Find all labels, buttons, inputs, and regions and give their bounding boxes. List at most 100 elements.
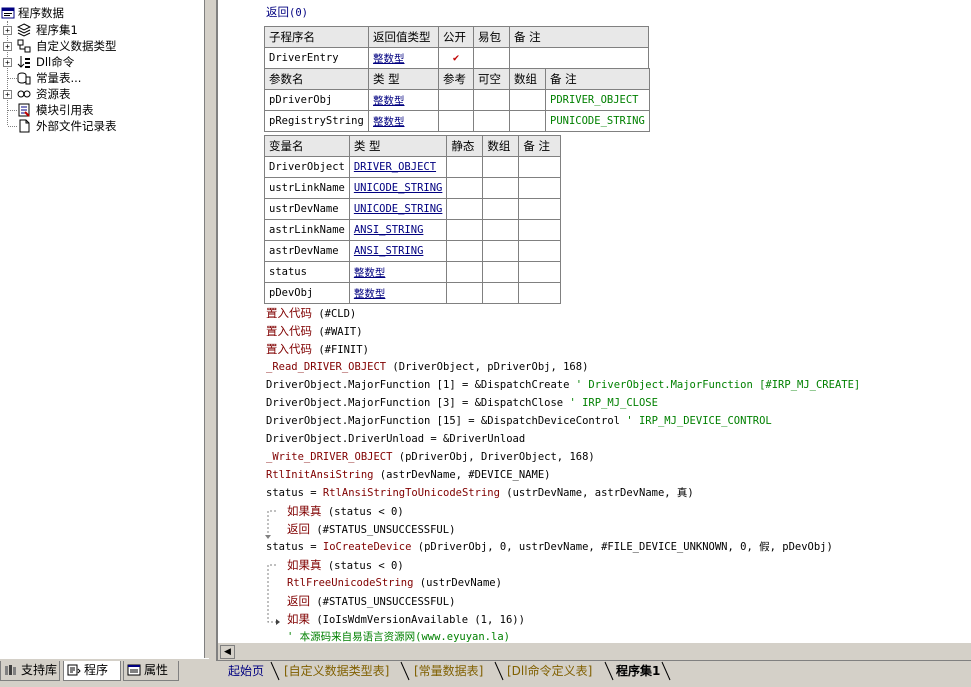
code-line[interactable]: 如果 (IoIsWdmVersionAvailable (1, 16)) [287, 610, 525, 628]
variable-type-cell[interactable]: UNICODE_STRING [348, 177, 448, 199]
variable-type-cell[interactable]: ANSI_STRING [348, 219, 448, 241]
variable-static-cell[interactable] [446, 156, 484, 178]
easy-pack-cell[interactable] [473, 47, 510, 69]
param-type-cell[interactable]: 整数型 [368, 89, 439, 111]
param-nullable-cell[interactable] [473, 89, 510, 111]
variable-row[interactable]: ustrDevName UNICODE_STRING [264, 198, 562, 220]
variable-static-cell[interactable] [446, 177, 484, 199]
variable-name-cell[interactable]: status [264, 261, 350, 283]
code-token: ' DriverObject.MajorFunction [#IRP_MJ_CR… [569, 379, 861, 391]
variable-static-cell[interactable] [446, 240, 484, 262]
param-nullable-cell[interactable] [473, 110, 510, 132]
param-array-cell[interactable] [509, 89, 546, 111]
variable-name-cell[interactable]: pDevObj [264, 282, 350, 304]
program-icon [67, 664, 81, 676]
code-line[interactable]: DriverObject.MajorFunction [15] = &Dispa… [266, 412, 772, 430]
code-editor[interactable]: 返回(0) 子程序名 返回值类型 公开 易包 备 注 DriverEntry 整… [218, 0, 971, 642]
variable-static-cell[interactable] [446, 198, 484, 220]
variable-note-cell[interactable] [518, 219, 562, 241]
param-type-cell[interactable]: 整数型 [368, 110, 439, 132]
expand-icon[interactable]: + [3, 58, 12, 67]
code-line-return[interactable]: 返回(0) [266, 3, 308, 21]
variable-array-cell[interactable] [482, 240, 520, 262]
tab-properties[interactable]: 属性 [123, 661, 179, 681]
param-note-cell[interactable]: PUNICODE_STRING [545, 110, 650, 132]
tab-dll-commands[interactable]: [Dll命令定义表] [507, 661, 592, 681]
code-line[interactable]: 置入代码 (#FINIT) [266, 340, 369, 358]
header-cell: 易包 [473, 26, 510, 48]
variable-name-cell[interactable]: ustrLinkName [264, 177, 350, 199]
code-line[interactable]: DriverObject.MajorFunction [3] = &Dispat… [266, 394, 658, 412]
expand-icon[interactable]: + [3, 90, 12, 99]
code-line[interactable]: 返回 (#STATUS_UNSUCCESSFUL) [287, 520, 455, 538]
code-line[interactable]: 置入代码 (#WAIT) [266, 322, 363, 340]
variable-row[interactable]: pDevObj 整数型 [264, 282, 562, 304]
variable-array-cell[interactable] [482, 177, 520, 199]
code-line[interactable]: DriverObject.MajorFunction [1] = &Dispat… [266, 376, 860, 394]
variable-type-cell[interactable]: 整数型 [348, 282, 448, 304]
param-name-cell[interactable]: pRegistryString [264, 110, 369, 132]
variable-note-cell[interactable] [518, 282, 562, 304]
variable-type-cell[interactable]: 整数型 [348, 261, 448, 283]
tab-custom-types[interactable]: [自定义数据类型表] [284, 661, 389, 681]
scroll-left-icon[interactable]: ◀ [220, 645, 235, 659]
variable-row[interactable]: status 整数型 [264, 261, 562, 283]
code-line[interactable]: DriverObject.DriverUnload = &DriverUnloa… [266, 430, 525, 448]
expand-icon[interactable]: + [3, 42, 12, 51]
variable-static-cell[interactable] [446, 261, 484, 283]
code-token: 如果真 [287, 504, 322, 518]
code-line[interactable]: 置入代码 (#CLD) [266, 304, 356, 322]
tab-program-set[interactable]: 程序集1 [616, 661, 660, 681]
variable-array-cell[interactable] [482, 261, 520, 283]
code-line[interactable]: ' 本源码来自易语言资源网(www.eyuyan.la) [287, 628, 510, 642]
param-note-cell[interactable]: PDRIVER_OBJECT [545, 89, 650, 111]
param-name-cell[interactable]: pDriverObj [264, 89, 369, 111]
variable-static-cell[interactable] [446, 282, 484, 304]
variable-name-cell[interactable]: DriverObject [264, 156, 350, 178]
variable-array-cell[interactable] [482, 156, 520, 178]
variable-row[interactable]: astrDevName ANSI_STRING [264, 240, 562, 262]
variable-note-cell[interactable] [518, 198, 562, 220]
tab-program[interactable]: 程序 [63, 661, 121, 681]
code-token: RtlFreeUnicodeString [287, 577, 414, 589]
code-line[interactable]: RtlInitAnsiString (astrDevName, #DEVICE_… [266, 466, 550, 484]
variable-type-cell[interactable]: DRIVER_OBJECT [348, 156, 448, 178]
variable-name-cell[interactable]: astrDevName [264, 240, 350, 262]
code-line[interactable]: _Write_DRIVER_OBJECT (pDriverObj, Driver… [266, 448, 595, 466]
code-line[interactable]: 如果真 (status < 0) [287, 502, 404, 520]
subroutine-name-cell[interactable]: DriverEntry [264, 47, 369, 69]
param-ref-cell[interactable] [438, 89, 474, 111]
variable-array-cell[interactable] [482, 219, 520, 241]
variable-note-cell[interactable] [518, 156, 562, 178]
note-cell[interactable] [509, 47, 649, 69]
public-cell[interactable]: ✔ [438, 47, 474, 69]
code-line[interactable]: 返回 (#STATUS_UNSUCCESSFUL) [287, 592, 455, 610]
tab-support-library[interactable]: 支持库 [0, 661, 60, 681]
tab-constants[interactable]: [常量数据表] [414, 661, 483, 681]
code-line[interactable]: status = IoCreateDevice (pDriverObj, 0, … [266, 538, 833, 556]
code-token: DriverObject.MajorFunction [1] = &Dispat… [266, 379, 570, 391]
variable-note-cell[interactable] [518, 177, 562, 199]
expand-icon[interactable]: + [3, 26, 12, 35]
horizontal-scrollbar[interactable]: ◀ [218, 642, 971, 660]
variable-array-cell[interactable] [482, 282, 520, 304]
code-line[interactable]: status = RtlAnsiStringToUnicodeString (u… [266, 484, 694, 502]
variable-type-cell[interactable]: ANSI_STRING [348, 240, 448, 262]
return-type-cell[interactable]: 整数型 [368, 47, 439, 69]
variable-name-cell[interactable]: ustrDevName [264, 198, 350, 220]
variable-type-cell[interactable]: UNICODE_STRING [348, 198, 448, 220]
code-line[interactable]: _Read_DRIVER_OBJECT (DriverObject, pDriv… [266, 358, 588, 376]
param-ref-cell[interactable] [438, 110, 474, 132]
variable-name-cell[interactable]: astrLinkName [264, 219, 350, 241]
variable-static-cell[interactable] [446, 219, 484, 241]
variable-array-cell[interactable] [482, 198, 520, 220]
code-line[interactable]: RtlFreeUnicodeString (ustrDevName) [287, 574, 502, 592]
tab-start-page[interactable]: 起始页 [228, 661, 264, 681]
variable-row[interactable]: astrLinkName ANSI_STRING [264, 219, 562, 241]
param-array-cell[interactable] [509, 110, 546, 132]
variable-note-cell[interactable] [518, 240, 562, 262]
variable-row[interactable]: ustrLinkName UNICODE_STRING [264, 177, 562, 199]
variable-note-cell[interactable] [518, 261, 562, 283]
variable-row[interactable]: DriverObject DRIVER_OBJECT [264, 156, 562, 178]
code-line[interactable]: 如果真 (status < 0) [287, 556, 404, 574]
